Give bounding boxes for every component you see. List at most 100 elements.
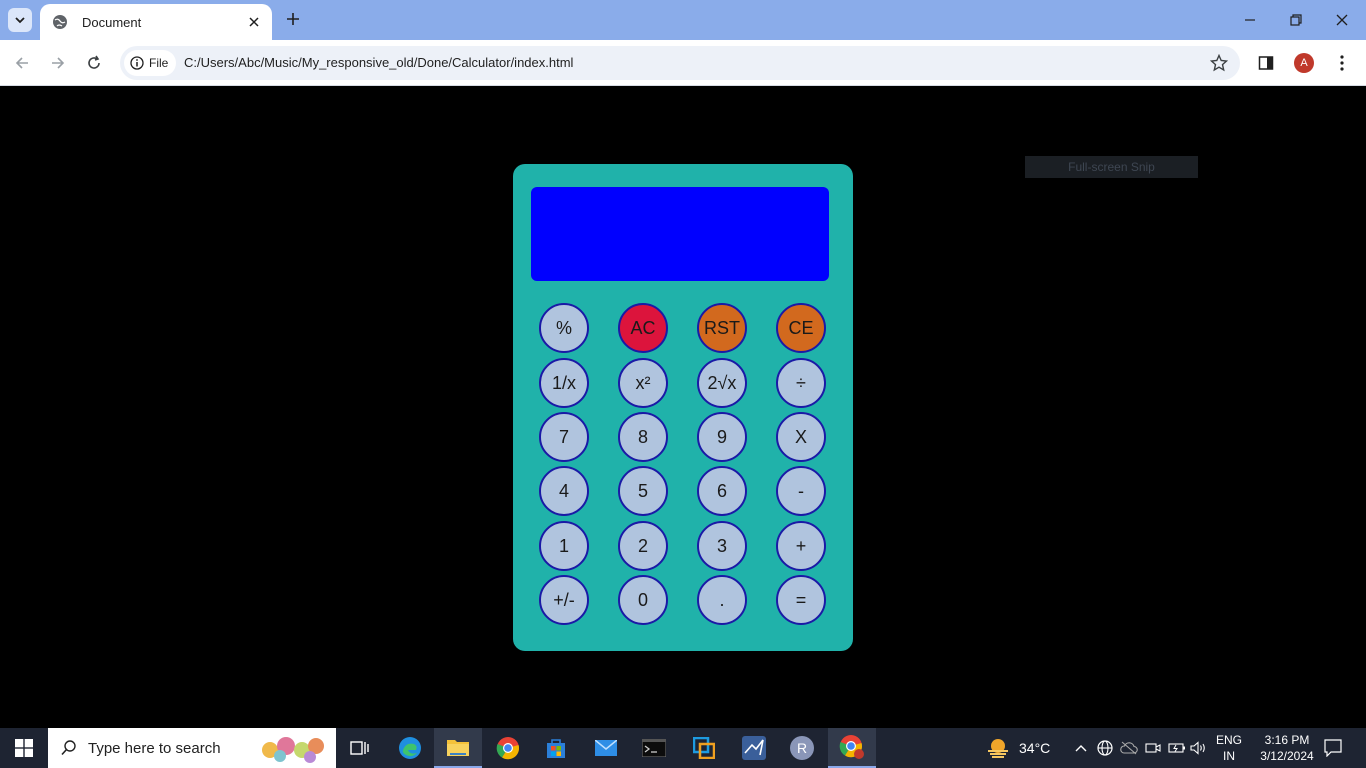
microsoft-store-icon	[547, 739, 565, 758]
taskbar-clock[interactable]: 3:16 PM 3/12/2024	[1252, 732, 1322, 764]
search-icon	[61, 740, 76, 756]
avatar: A	[1294, 53, 1314, 73]
notification-icon	[1324, 739, 1342, 757]
calc-button[interactable]: .	[697, 575, 747, 625]
camera-icon	[1145, 743, 1161, 753]
calc-button[interactable]: 9	[697, 412, 747, 462]
meet-now-button[interactable]	[1144, 738, 1162, 758]
clock-time: 3:16 PM	[1264, 733, 1310, 747]
reload-button[interactable]	[82, 51, 106, 75]
weather-widget[interactable]: 34°C	[985, 728, 1050, 768]
new-tab-button[interactable]	[282, 8, 304, 30]
terminal-button[interactable]	[630, 728, 678, 768]
r-button[interactable]: R	[778, 728, 826, 768]
task-view-button[interactable]	[336, 728, 384, 768]
calc-button[interactable]: ÷	[776, 358, 826, 408]
close-icon[interactable]	[246, 14, 262, 30]
start-button[interactable]	[0, 728, 48, 768]
chrome-button[interactable]	[484, 728, 532, 768]
calc-button[interactable]: X	[776, 412, 826, 462]
file-explorer-button[interactable]	[434, 728, 482, 768]
calc-button[interactable]: 0	[618, 575, 668, 625]
remote-desktop-icon	[693, 737, 715, 759]
search-placeholder: Type here to search	[88, 739, 221, 757]
calc-button[interactable]: RST	[697, 303, 747, 353]
snip-tooltip: Full-screen Snip	[1025, 156, 1198, 178]
profile-button[interactable]: A	[1292, 51, 1316, 75]
calc-button[interactable]: 3	[697, 521, 747, 571]
arrow-right-icon	[52, 57, 65, 69]
calc-button[interactable]: 8	[618, 412, 668, 462]
calc-button[interactable]: 2	[618, 521, 668, 571]
minimize-button[interactable]	[1238, 8, 1262, 32]
flowers-icon	[262, 737, 324, 763]
windows-logo-icon	[15, 739, 33, 757]
weather-temperature: 34°C	[1019, 740, 1051, 756]
calc-button[interactable]: 2√x	[697, 358, 747, 408]
notification-center-button[interactable]	[1322, 738, 1344, 758]
back-button[interactable]	[10, 51, 34, 75]
calc-button[interactable]: +	[776, 521, 826, 571]
browser-tab-bar: Document	[0, 0, 1366, 40]
site-info-chip[interactable]: File	[124, 50, 176, 76]
terminal-icon	[642, 739, 666, 757]
language-code: ENG	[1216, 733, 1243, 747]
show-hidden-icons-button[interactable]	[1072, 738, 1090, 758]
windows-taskbar: Type here to search R 34°C ENG IN 3:16 P…	[0, 728, 1366, 768]
calc-button[interactable]: 4	[539, 466, 589, 516]
mail-button[interactable]	[582, 728, 630, 768]
site-chip-label: File	[149, 56, 169, 70]
edge-button[interactable]	[386, 728, 434, 768]
chevron-up-icon	[1075, 745, 1087, 752]
input-language-indicator[interactable]: ENG IN	[1216, 732, 1242, 764]
star-icon[interactable]	[1210, 54, 1228, 72]
calc-button[interactable]: AC	[618, 303, 668, 353]
mail-icon	[595, 740, 617, 756]
chrome-profile-button[interactable]	[828, 728, 876, 768]
browser-toolbar: File C:/Users/Abc/Music/My_responsive_ol…	[0, 40, 1366, 86]
calc-button[interactable]: 6	[697, 466, 747, 516]
matlab-icon	[742, 736, 766, 760]
calc-button[interactable]: 1	[539, 521, 589, 571]
url-text[interactable]: C:/Users/Abc/Music/My_responsive_old/Don…	[184, 55, 573, 70]
tab-search-button[interactable]	[8, 8, 32, 32]
address-bar[interactable]: File C:/Users/Abc/Music/My_responsive_ol…	[120, 46, 1240, 80]
volume-button[interactable]	[1190, 738, 1208, 758]
globe-icon	[1097, 740, 1113, 756]
taskbar-search[interactable]: Type here to search	[48, 728, 336, 768]
calc-button[interactable]: x²	[618, 358, 668, 408]
window-close-button[interactable]	[1330, 8, 1354, 32]
calc-button[interactable]: =	[776, 575, 826, 625]
arrow-left-icon	[15, 57, 28, 69]
chevron-down-icon	[15, 17, 25, 24]
calc-button[interactable]: 7	[539, 412, 589, 462]
battery-button[interactable]	[1168, 738, 1186, 758]
calc-button[interactable]: CE	[776, 303, 826, 353]
restore-button[interactable]	[1284, 8, 1308, 32]
remote-desktop-button[interactable]	[680, 728, 728, 768]
chrome-profile-icon	[839, 735, 864, 759]
calc-button[interactable]: %	[539, 303, 589, 353]
svg-text:R: R	[797, 740, 807, 756]
language-region: IN	[1223, 749, 1235, 763]
matlab-button[interactable]	[730, 728, 778, 768]
calc-button[interactable]: -	[776, 466, 826, 516]
calc-button[interactable]: 5	[618, 466, 668, 516]
sun-haze-icon	[988, 739, 1008, 758]
tab-title: Document	[82, 14, 142, 30]
globe-icon	[52, 14, 68, 30]
calc-button[interactable]: 1/x	[539, 358, 589, 408]
calculator: % AC RST CE 1/x x² 2√x ÷ 7 8 9 X 4 5 6- 1 2 3 + +/- 0. =	[513, 164, 853, 651]
plus-icon	[287, 13, 299, 25]
battery-charging-icon	[1168, 743, 1185, 753]
restore-icon	[1290, 14, 1302, 26]
edge-icon	[399, 737, 421, 759]
network-globe-button[interactable]	[1096, 738, 1114, 758]
menu-button[interactable]	[1330, 51, 1354, 75]
onedrive-button[interactable]	[1120, 738, 1138, 758]
forward-button[interactable]	[46, 51, 70, 75]
microsoft-store-button[interactable]	[532, 728, 580, 768]
calc-button[interactable]: +/-	[539, 575, 589, 625]
side-panel-button[interactable]	[1254, 51, 1278, 75]
browser-tab-document[interactable]: Document	[40, 4, 272, 40]
